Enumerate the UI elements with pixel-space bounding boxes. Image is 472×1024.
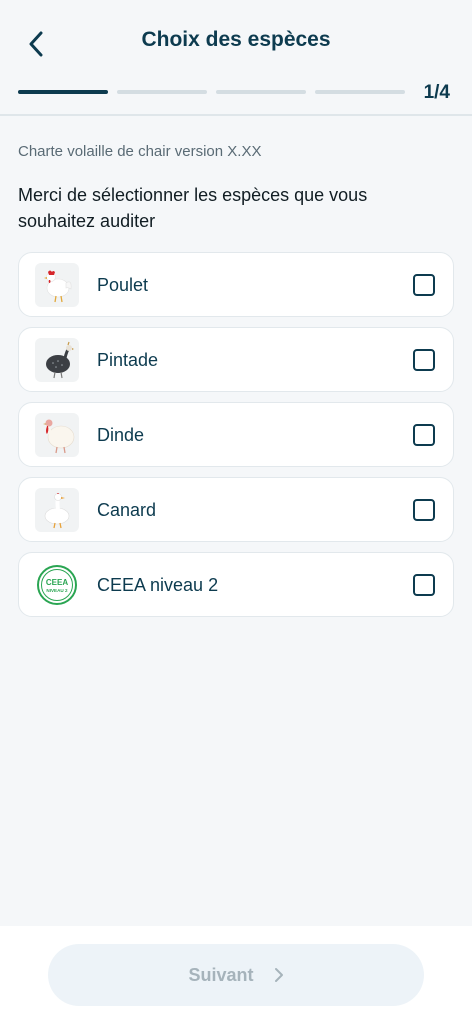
progress-segment-2: [117, 90, 207, 94]
checkbox[interactable]: [413, 349, 435, 371]
ceea-logo-subtext: NIVEAU 2: [46, 588, 68, 593]
next-button[interactable]: Suivant: [48, 944, 424, 1006]
species-option-dinde[interactable]: Dinde: [18, 402, 454, 467]
species-label: Canard: [97, 500, 157, 520]
instruction-text: Merci de sélectionner les espèces que vo…: [18, 185, 368, 231]
turkey-icon: [35, 413, 79, 457]
page-title: Choix des espèces: [141, 28, 331, 51]
checkbox[interactable]: [413, 274, 435, 296]
progress-segment-4: [315, 90, 405, 94]
species-label: Poulet: [97, 275, 149, 295]
checkbox[interactable]: [413, 574, 435, 596]
charter-version-label: Charte volaille de chair version X.XX: [18, 143, 262, 160]
species-option-canard[interactable]: Canard: [18, 477, 454, 542]
species-option-pintade[interactable]: Pintade: [18, 327, 454, 392]
footer: Suivant: [0, 926, 472, 1024]
checkbox[interactable]: [413, 499, 435, 521]
duck-icon: [35, 488, 79, 532]
chicken-icon: [35, 263, 79, 307]
ceea-logo-text: CEEA: [46, 578, 68, 587]
guinea-fowl-icon: [35, 338, 79, 382]
header: Choix des espèces 1/4: [0, 0, 472, 116]
species-label: Pintade: [97, 350, 159, 370]
step-indicator: 1/4: [423, 82, 450, 103]
species-option-ceea-niveau-2[interactable]: CEEA NIVEAU 2 CEEA niveau 2: [18, 552, 454, 617]
species-label: Dinde: [97, 425, 145, 445]
ceea-logo-icon: CEEA NIVEAU 2: [35, 563, 79, 607]
progress-segment-1: [18, 90, 108, 94]
step-progress-bar: [18, 90, 408, 94]
species-option-poulet[interactable]: Poulet: [18, 252, 454, 317]
chevron-right-icon: [274, 968, 283, 982]
next-button-label: Suivant: [188, 964, 254, 985]
checkbox[interactable]: [413, 424, 435, 446]
progress-segment-3: [216, 90, 306, 94]
species-label: CEEA niveau 2: [97, 575, 219, 595]
